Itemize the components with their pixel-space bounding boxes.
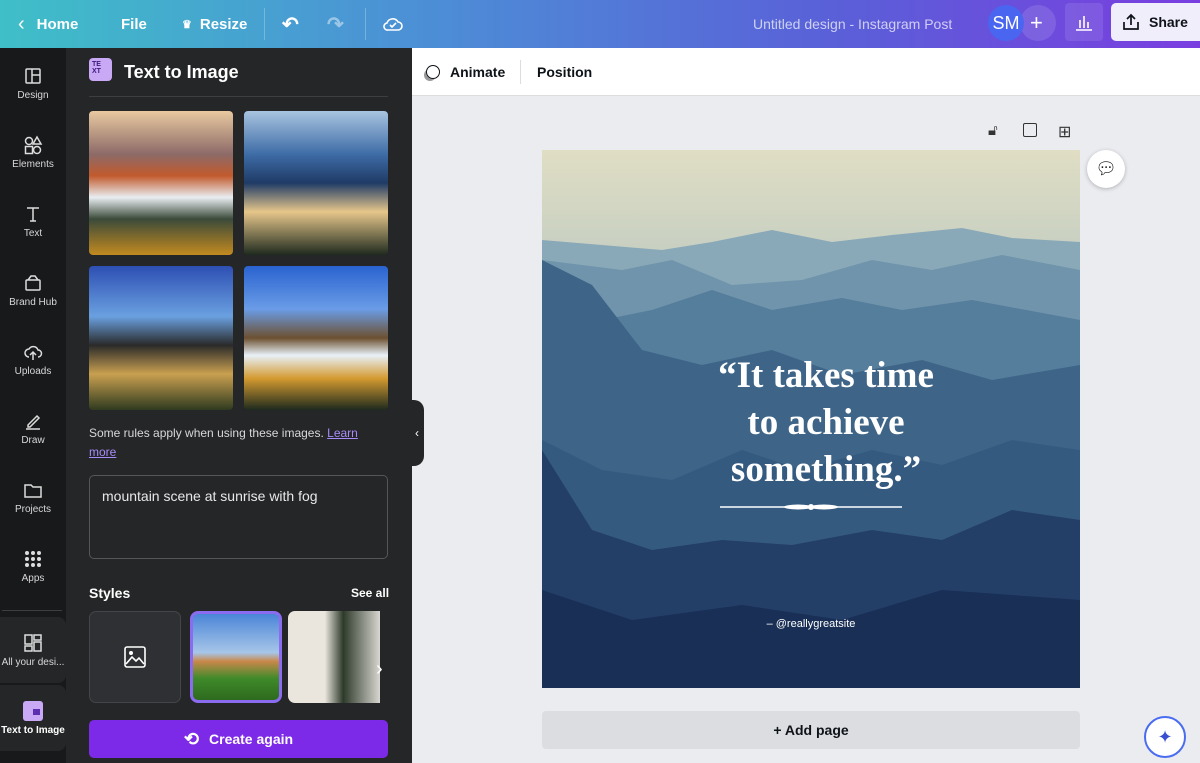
ornament-divider — [720, 504, 902, 510]
quote-text[interactable]: “It takes time to achieve something.” — [542, 352, 1080, 493]
avatar[interactable]: SM — [988, 5, 1024, 41]
style-illustration[interactable] — [288, 611, 380, 703]
duplicate-page-icon[interactable] — [1023, 123, 1037, 137]
rail-item-label: Text — [23, 227, 43, 239]
rail-item-label: Projects — [14, 503, 52, 515]
text-to-image-icon — [23, 700, 43, 721]
home-label: Home — [36, 15, 79, 33]
pen-icon — [26, 414, 41, 430]
divider — [520, 60, 521, 84]
share-label: Share — [1149, 14, 1188, 30]
quote-line-3: something.” — [730, 449, 922, 490]
side-rail: Design Elements Text Brand Hub Uploads Draw Pr… — [0, 48, 66, 763]
add-page-icon[interactable]: ⊞ — [1058, 122, 1071, 142]
image-icon — [124, 646, 146, 668]
rail-item-label: Uploads — [14, 365, 52, 377]
divider — [2, 610, 62, 611]
magic-assistant-button[interactable]: ✦ — [1144, 716, 1186, 758]
rail-item-projects[interactable]: Projects — [0, 464, 66, 530]
create-again-label: Create again — [209, 731, 294, 747]
document-title[interactable]: Untitled design - Instagram Post — [753, 0, 952, 48]
generated-image-4[interactable] — [244, 266, 388, 410]
top-bar: ‹ Home File ♛ Resize ↶ ↷ Untitled design -… — [0, 0, 1200, 48]
share-icon — [1123, 13, 1139, 30]
refresh-icon: ⟲ — [183, 728, 200, 749]
text-icon — [27, 206, 39, 222]
rail-item-design[interactable]: Design — [0, 50, 66, 116]
style-none[interactable] — [89, 611, 181, 703]
rail-item-text-to-image[interactable]: Text to Image — [0, 685, 66, 751]
text-to-image-panel: TE XT Text to Image Some rules apply whe… — [66, 48, 412, 763]
cloud-upload-icon — [24, 345, 43, 360]
file-menu[interactable]: File — [121, 0, 147, 48]
rail-item-brand-hub[interactable]: Brand Hub — [0, 257, 66, 323]
generated-image-1[interactable] — [89, 111, 233, 255]
sparkle-icon: ✦ — [1157, 726, 1173, 747]
add-page-button[interactable]: + Add page — [542, 711, 1080, 749]
divider — [89, 96, 388, 97]
credit-text[interactable]: – @reallygreatsite — [542, 618, 1080, 630]
comment-plus-icon: 💬︎ — [1095, 159, 1117, 178]
grid-icon — [25, 550, 41, 567]
rail-item-label: Design — [17, 89, 49, 101]
layout-icon — [25, 67, 41, 84]
rail-item-apps[interactable]: Apps — [0, 533, 66, 599]
position-button[interactable]: Position — [537, 48, 592, 96]
redo-icon[interactable]: ↷ — [327, 0, 344, 48]
insights-button[interactable] — [1065, 3, 1103, 41]
divider — [365, 8, 366, 40]
style-photo-selected[interactable] — [190, 611, 282, 703]
context-toolbar: Animate Position — [412, 48, 1200, 96]
rail-item-label: Brand Hub — [9, 296, 57, 308]
rail-item-all-your-desi[interactable]: All your desi... — [0, 617, 66, 683]
chevron-right-icon[interactable]: › — [376, 658, 383, 681]
text-to-image-app-icon: TE XT — [89, 58, 112, 81]
usage-rules-text: Some rules apply when using these images… — [89, 424, 379, 462]
animate-button[interactable]: Animate — [426, 48, 505, 96]
rail-item-label: Text to Image — [1, 724, 65, 736]
rules-text: Some rules apply when using these images… — [89, 426, 324, 440]
home-button[interactable]: ‹ Home — [18, 0, 78, 48]
resize-button[interactable]: ♛ Resize — [182, 0, 247, 48]
rail-item-label: Apps — [21, 572, 45, 584]
quote-line-2: to achieve — [747, 402, 905, 443]
undo-icon[interactable]: ↶ — [282, 0, 299, 48]
rail-item-label: Elements — [12, 158, 54, 170]
styles-heading: Styles — [89, 585, 131, 601]
add-collaborator-button[interactable]: + — [1020, 5, 1056, 41]
resize-label: Resize — [199, 15, 248, 33]
folder-icon — [24, 483, 42, 498]
shapes-icon — [24, 134, 43, 154]
rail-item-uploads[interactable]: Uploads — [0, 326, 66, 392]
rail-item-elements[interactable]: Elements — [0, 119, 66, 185]
plus-icon: + — [1030, 10, 1043, 35]
rail-item-label: All your desi... — [1, 656, 65, 668]
share-button[interactable]: Share — [1111, 3, 1200, 41]
brand-icon — [25, 274, 41, 291]
generated-image-3[interactable] — [89, 266, 233, 410]
see-all-link[interactable]: See all — [351, 586, 389, 600]
lock-icon[interactable]: 🔓︎ — [988, 122, 998, 139]
quote-line-1: “It takes time — [718, 355, 934, 396]
chevron-left-icon: ‹ — [18, 12, 25, 35]
cloud-saved-icon[interactable] — [382, 0, 404, 48]
collapse-panel-handle[interactable]: ‹ — [410, 400, 424, 466]
rail-item-label: Draw — [21, 434, 45, 446]
crown-icon: ♛ — [182, 18, 192, 31]
bar-chart-icon — [1076, 16, 1092, 31]
design-page[interactable]: “It takes time to achieve something.” – @r… — [542, 150, 1080, 688]
animate-icon — [426, 65, 440, 79]
create-again-button[interactable]: ⟲ Create again — [89, 720, 388, 758]
divider — [264, 8, 265, 40]
rail-item-draw[interactable]: Draw — [0, 395, 66, 461]
panel-title: Text to Image — [124, 62, 239, 82]
animate-label: Animate — [450, 64, 506, 80]
designs-icon — [24, 633, 42, 652]
add-comment-button[interactable]: 💬︎ — [1087, 150, 1125, 188]
generated-image-2[interactable] — [244, 111, 388, 255]
rail-item-text[interactable]: Text — [0, 188, 66, 254]
prompt-input[interactable]: mountain scene at sunrise with fog — [89, 475, 388, 559]
